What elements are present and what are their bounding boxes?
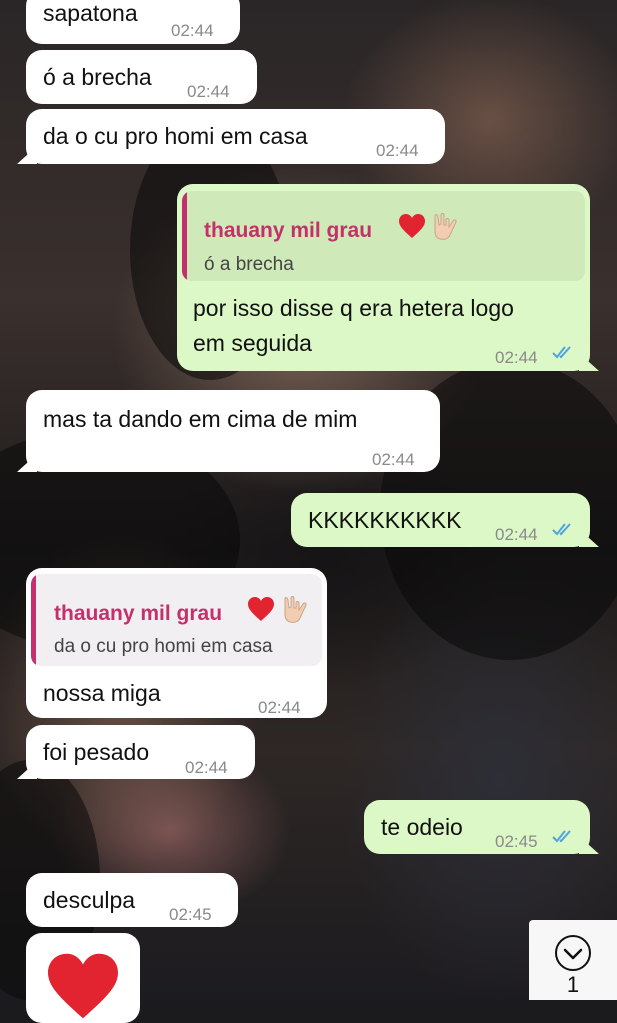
message-incoming-emoji[interactable] xyxy=(26,933,140,1023)
message-incoming[interactable]: desculpa 02:45 xyxy=(26,873,238,927)
quoted-text: ó a brecha xyxy=(204,254,294,275)
message-text: desculpa xyxy=(43,887,136,913)
message-outgoing[interactable]: thauany mil grau ó a brecha por isso dis… xyxy=(177,184,590,371)
quote-accent-bar xyxy=(31,574,36,666)
message-incoming[interactable]: da o cu pro homi em casa 02:44 xyxy=(26,109,445,164)
message-text: KKKKKKKKKK xyxy=(308,507,462,533)
message-text: da o cu pro homi em casa xyxy=(43,123,308,149)
red-heart-emoji-icon xyxy=(248,597,274,621)
love-you-gesture-emoji-icon xyxy=(434,213,457,240)
quoted-text: da o cu pro homi em casa xyxy=(54,636,273,657)
love-you-gesture-emoji-icon xyxy=(284,596,307,623)
quoted-sender-name: thauany mil grau xyxy=(204,219,373,242)
message-time: 02:44 xyxy=(185,758,228,777)
message-text: sapatona xyxy=(43,0,138,26)
message-text-line-1: por isso disse q era hetera logo xyxy=(193,295,514,321)
quote-accent-bar xyxy=(182,191,187,281)
message-time: 02:44 xyxy=(258,698,301,717)
message-time: 02:44 xyxy=(376,141,419,160)
message-time: 02:45 xyxy=(495,832,538,851)
scroll-to-bottom-button[interactable]: 1 xyxy=(529,920,617,1000)
read-receipt-icon xyxy=(552,346,571,359)
message-time: 02:44 xyxy=(495,348,538,367)
message-time: 02:44 xyxy=(372,450,415,469)
message-text: te odeio xyxy=(381,814,463,840)
message-incoming[interactable]: mas ta dando em cima de mim 02:44 xyxy=(26,390,440,472)
unread-count: 1 xyxy=(566,972,580,997)
read-receipt-icon xyxy=(552,523,571,536)
chevron-down-icon xyxy=(555,935,591,971)
read-receipt-icon xyxy=(552,830,571,843)
message-outgoing[interactable]: KKKKKKKKKK 02:44 xyxy=(291,493,590,547)
red-heart-emoji-icon xyxy=(399,214,425,238)
message-text-line-2: em seguida xyxy=(193,330,312,356)
red-heart-emoji-icon xyxy=(48,953,118,1019)
message-incoming[interactable]: foi pesado 02:44 xyxy=(26,725,255,779)
message-time: 02:44 xyxy=(171,21,214,40)
message-time: 02:45 xyxy=(169,905,212,924)
quoted-message[interactable]: thauany mil grau ó a brecha xyxy=(182,191,585,281)
message-text: mas ta dando em cima de mim xyxy=(43,406,358,432)
message-outgoing[interactable]: te odeio 02:45 xyxy=(364,800,590,854)
message-text: nossa miga xyxy=(43,680,161,706)
message-time: 02:44 xyxy=(495,525,538,544)
message-incoming[interactable]: thauany mil grau da o cu pro homi em cas… xyxy=(26,568,327,718)
quoted-message[interactable]: thauany mil grau da o cu pro homi em cas… xyxy=(31,574,322,666)
message-text: foi pesado xyxy=(43,739,150,765)
message-time: 02:44 xyxy=(187,82,230,101)
quoted-sender-name: thauany mil grau xyxy=(54,602,223,625)
message-incoming[interactable]: sapatona 02:44 xyxy=(26,0,240,44)
message-text: ó a brecha xyxy=(43,64,152,90)
message-incoming[interactable]: ó a brecha 02:44 xyxy=(26,50,257,104)
